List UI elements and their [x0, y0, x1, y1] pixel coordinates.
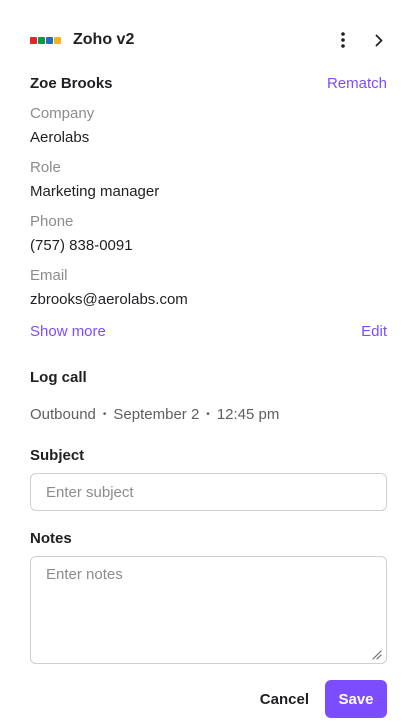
zoho-logo-icon	[30, 36, 61, 44]
contact-links: Show more Edit	[30, 320, 387, 342]
call-meta: Outbound • September 2 • 12:45 pm	[30, 406, 279, 423]
more-options-icon[interactable]	[335, 30, 351, 50]
email-label: Email	[30, 267, 68, 284]
phone-field: Phone (757) 838-0091	[30, 212, 387, 256]
header-actions	[335, 30, 387, 50]
contact-panel: Zoho v2 Zoe Brooks Rematch Company Aerol…	[0, 0, 413, 727]
resize-handle-icon[interactable]	[370, 648, 382, 660]
call-time[interactable]: 12:45 pm	[217, 406, 280, 423]
phone-value: (757) 838-0091	[30, 237, 133, 254]
rematch-link[interactable]: Rematch	[327, 75, 387, 92]
notes-label: Notes	[30, 530, 72, 547]
email-value: zbrooks@aerolabs.com	[30, 291, 188, 308]
company-field: Company Aerolabs	[30, 104, 387, 148]
separator-dot: •	[206, 409, 210, 420]
role-value: Marketing manager	[30, 183, 160, 200]
form-actions: Cancel Save	[260, 680, 387, 718]
email-field: Email zbrooks@aerolabs.com	[30, 266, 387, 310]
save-button[interactable]: Save	[325, 680, 387, 718]
log-call-title: Log call	[30, 369, 87, 386]
edit-link[interactable]: Edit	[361, 323, 387, 340]
app-name: Zoho v2	[73, 31, 135, 48]
subject-label: Subject	[30, 447, 85, 464]
contact-name: Zoe Brooks	[30, 74, 113, 92]
notes-textarea[interactable]	[30, 556, 387, 664]
call-date[interactable]: September 2	[113, 406, 199, 423]
company-value: Aerolabs	[30, 129, 90, 146]
role-label: Role	[30, 159, 61, 176]
panel-header: Zoho v2	[30, 26, 387, 54]
cancel-button[interactable]: Cancel	[260, 691, 309, 708]
role-field: Role Marketing manager	[30, 158, 387, 202]
show-more-link[interactable]: Show more	[30, 323, 106, 340]
separator-dot: •	[102, 409, 107, 420]
company-label: Company	[30, 105, 95, 122]
chevron-right-icon[interactable]	[371, 30, 387, 50]
contact-header: Zoe Brooks Rematch	[30, 72, 387, 94]
call-direction[interactable]: Outbound	[30, 406, 96, 423]
subject-input[interactable]	[30, 473, 387, 511]
phone-label: Phone	[30, 213, 74, 230]
